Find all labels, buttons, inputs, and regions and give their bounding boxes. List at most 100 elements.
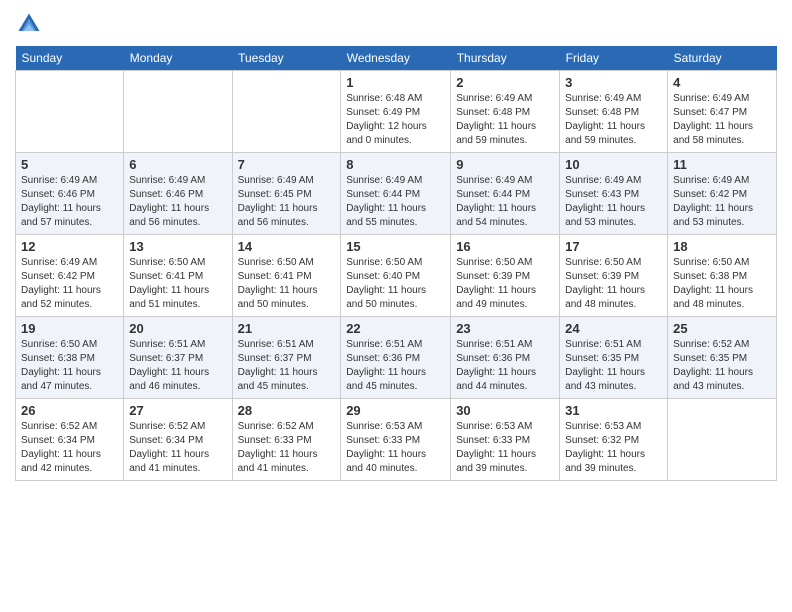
day-cell: 14Sunrise: 6:50 AMSunset: 6:41 PMDayligh… [232,235,341,317]
day-cell: 3Sunrise: 6:49 AMSunset: 6:48 PMDaylight… [560,71,668,153]
day-info: Sunrise: 6:51 AMSunset: 6:37 PMDaylight:… [129,338,226,394]
day-info: Sunrise: 6:49 AMSunset: 6:42 PMDaylight:… [673,174,771,230]
day-number: 23 [456,321,554,336]
day-number: 1 [346,75,445,90]
day-cell: 25 Sunrise: 6:52 AMSunset: 6:35 PMDayligh… [668,317,777,399]
day-number: 11 [673,157,771,172]
day-info: Sunrise: 6:49 AMSunset: 6:45 PMDaylight:… [238,174,336,230]
day-cell: 31 Sunrise: 6:53 AMSunset: 6:32 PMDayligh… [560,399,668,481]
calendar-table: SundayMondayTuesdayWednesdayThursdayFrid… [15,46,777,481]
weekday-header: Tuesday [232,46,341,71]
day-number: 18 [673,239,771,254]
day-info: Sunrise: 6:50 AMSunset: 6:38 PMDaylight:… [673,256,771,312]
logo [15,10,47,38]
day-number: 22 [346,321,445,336]
day-number: 6 [129,157,226,172]
week-row: 1Sunrise: 6:48 AMSunset: 6:49 PMDaylight… [16,71,777,153]
day-cell: 24 Sunrise: 6:51 AMSunset: 6:35 PMDayligh… [560,317,668,399]
day-cell: 13 Sunrise: 6:50 AMSunset: 6:41 PMDayligh… [124,235,232,317]
page: SundayMondayTuesdayWednesdayThursdayFrid… [0,0,792,612]
weekday-header: Sunday [16,46,124,71]
header-row: SundayMondayTuesdayWednesdayThursdayFrid… [16,46,777,71]
day-cell: 10Sunrise: 6:49 AMSunset: 6:43 PMDayligh… [560,153,668,235]
weekday-header: Wednesday [341,46,451,71]
day-info: Sunrise: 6:51 AMSunset: 6:35 PMDaylight:… [565,338,662,394]
day-number: 7 [238,157,336,172]
day-number: 16 [456,239,554,254]
week-row: 12 Sunrise: 6:49 AMSunset: 6:42 PMDayligh… [16,235,777,317]
day-number: 2 [456,75,554,90]
day-info: Sunrise: 6:51 AMSunset: 6:37 PMDaylight:… [238,338,336,394]
day-cell: 16 Sunrise: 6:50 AMSunset: 6:39 PMDayligh… [451,235,560,317]
day-number: 17 [565,239,662,254]
day-number: 28 [238,403,336,418]
day-number: 21 [238,321,336,336]
day-cell: 11 Sunrise: 6:49 AMSunset: 6:42 PMDayligh… [668,153,777,235]
day-cell: 22Sunrise: 6:51 AMSunset: 6:36 PMDayligh… [341,317,451,399]
day-cell: 18 Sunrise: 6:50 AMSunset: 6:38 PMDayligh… [668,235,777,317]
day-cell: 7 Sunrise: 6:49 AMSunset: 6:45 PMDaylight… [232,153,341,235]
day-info: Sunrise: 6:50 AMSunset: 6:39 PMDaylight:… [565,256,662,312]
day-info: Sunrise: 6:49 AMSunset: 6:46 PMDaylight:… [129,174,226,230]
day-cell [16,71,124,153]
day-cell: 21 Sunrise: 6:51 AMSunset: 6:37 PMDayligh… [232,317,341,399]
day-info: Sunrise: 6:53 AMSunset: 6:33 PMDaylight:… [346,420,445,476]
day-number: 8 [346,157,445,172]
day-number: 31 [565,403,662,418]
day-cell: 9 Sunrise: 6:49 AMSunset: 6:44 PMDaylight… [451,153,560,235]
day-cell: 29 Sunrise: 6:53 AMSunset: 6:33 PMDayligh… [341,399,451,481]
day-cell: 4 Sunrise: 6:49 AMSunset: 6:47 PMDaylight… [668,71,777,153]
day-info: Sunrise: 6:50 AMSunset: 6:38 PMDaylight:… [21,338,118,394]
day-cell: 1Sunrise: 6:48 AMSunset: 6:49 PMDaylight… [341,71,451,153]
day-number: 30 [456,403,554,418]
day-cell: 8Sunrise: 6:49 AMSunset: 6:44 PMDaylight… [341,153,451,235]
day-number: 20 [129,321,226,336]
day-number: 3 [565,75,662,90]
day-cell: 26 Sunrise: 6:52 AMSunset: 6:34 PMDayligh… [16,399,124,481]
day-number: 29 [346,403,445,418]
day-number: 27 [129,403,226,418]
day-cell: 6 Sunrise: 6:49 AMSunset: 6:46 PMDaylight… [124,153,232,235]
day-cell [232,71,341,153]
week-row: 26 Sunrise: 6:52 AMSunset: 6:34 PMDayligh… [16,399,777,481]
weekday-header: Friday [560,46,668,71]
day-info: Sunrise: 6:50 AMSunset: 6:41 PMDaylight:… [129,256,226,312]
day-info: Sunrise: 6:52 AMSunset: 6:34 PMDaylight:… [129,420,226,476]
day-number: 24 [565,321,662,336]
day-info: Sunrise: 6:50 AMSunset: 6:39 PMDaylight:… [456,256,554,312]
day-number: 26 [21,403,118,418]
header [15,10,777,38]
day-cell [124,71,232,153]
day-info: Sunrise: 6:52 AMSunset: 6:34 PMDaylight:… [21,420,118,476]
day-info: Sunrise: 6:50 AMSunset: 6:40 PMDaylight:… [346,256,445,312]
day-number: 10 [565,157,662,172]
day-cell: 30 Sunrise: 6:53 AMSunset: 6:33 PMDayligh… [451,399,560,481]
day-number: 15 [346,239,445,254]
day-info: Sunrise: 6:49 AMSunset: 6:47 PMDaylight:… [673,92,771,148]
day-info: Sunrise: 6:49 AMSunset: 6:48 PMDaylight:… [456,92,554,148]
day-number: 4 [673,75,771,90]
week-row: 19 Sunrise: 6:50 AMSunset: 6:38 PMDayligh… [16,317,777,399]
day-number: 14 [238,239,336,254]
day-cell: 23 Sunrise: 6:51 AMSunset: 6:36 PMDayligh… [451,317,560,399]
day-number: 5 [21,157,118,172]
day-cell: 2 Sunrise: 6:49 AMSunset: 6:48 PMDaylight… [451,71,560,153]
day-cell: 5 Sunrise: 6:49 AMSunset: 6:46 PMDaylight… [16,153,124,235]
day-info: Sunrise: 6:49 AMSunset: 6:46 PMDaylight:… [21,174,118,230]
logo-icon [15,10,43,38]
week-row: 5 Sunrise: 6:49 AMSunset: 6:46 PMDaylight… [16,153,777,235]
day-info: Sunrise: 6:49 AMSunset: 6:44 PMDaylight:… [456,174,554,230]
weekday-header: Monday [124,46,232,71]
day-info: Sunrise: 6:52 AMSunset: 6:35 PMDaylight:… [673,338,771,394]
day-info: Sunrise: 6:53 AMSunset: 6:33 PMDaylight:… [456,420,554,476]
day-info: Sunrise: 6:53 AMSunset: 6:32 PMDaylight:… [565,420,662,476]
day-info: Sunrise: 6:51 AMSunset: 6:36 PMDaylight:… [456,338,554,394]
day-info: Sunrise: 6:49 AMSunset: 6:42 PMDaylight:… [21,256,118,312]
day-number: 9 [456,157,554,172]
weekday-header: Saturday [668,46,777,71]
day-number: 25 [673,321,771,336]
day-number: 19 [21,321,118,336]
day-number: 12 [21,239,118,254]
day-number: 13 [129,239,226,254]
day-cell: 20 Sunrise: 6:51 AMSunset: 6:37 PMDayligh… [124,317,232,399]
